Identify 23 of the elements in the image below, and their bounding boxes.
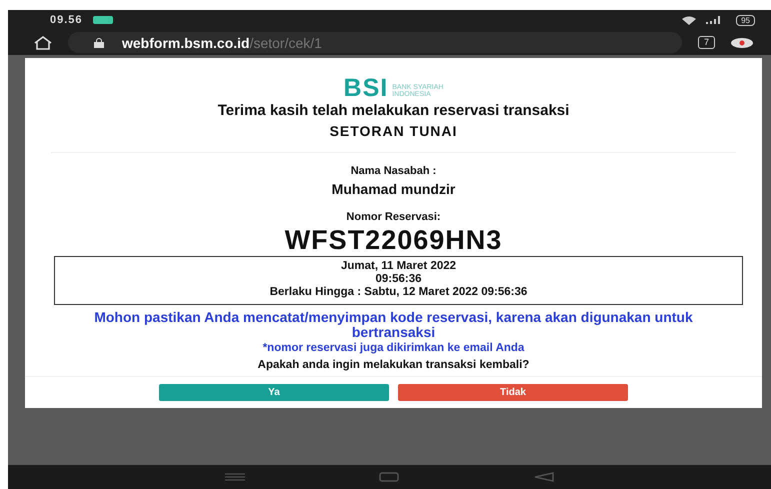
thank-you-heading: Terima kasih telah melakukan reservasi transaksi <box>218 102 570 119</box>
reservation-label: Nomor Reservasi: <box>346 211 441 223</box>
back-icon[interactable] <box>534 472 554 482</box>
battery-icon: 95 <box>736 14 755 26</box>
tab-count[interactable]: 7 <box>698 36 715 49</box>
address-bar[interactable]: webform.bsm.co.id/setor/cek/1 <box>68 32 682 53</box>
home-icon[interactable] <box>34 36 52 50</box>
detail-text: 09:56:36 <box>375 273 422 286</box>
customer-name: Muhamad mundzir <box>332 181 456 197</box>
no-button[interactable]: Tidak <box>398 384 628 401</box>
question-text: Apakah anda ingin melakukan transaksi kembali? <box>258 359 530 371</box>
notification-icon <box>92 16 113 24</box>
status-time: 09.56 <box>50 14 83 26</box>
reservation-code: WFST22069HN3 <box>284 225 502 256</box>
lock-icon <box>94 38 104 48</box>
detail-text: Berlaku Hingga : Sabtu, 12 Maret 2022 09:56:36 <box>270 286 528 299</box>
detail-text: Jumat, 11 Maret 2022 <box>340 260 456 273</box>
customer-label: Nama Nasabah : <box>350 165 436 177</box>
notice-text: Mohon pastikan Anda mencatat/menyimpan kode reservasi, karena akan digunakan untuk bertransaksi <box>94 310 694 340</box>
email-note: *nomor reservasi juga dikirimkan ke email Anda <box>262 342 524 354</box>
transaction-type: SETORAN TUNAI <box>330 123 458 139</box>
home-button-icon[interactable] <box>379 472 400 482</box>
wifi-icon <box>682 16 696 24</box>
